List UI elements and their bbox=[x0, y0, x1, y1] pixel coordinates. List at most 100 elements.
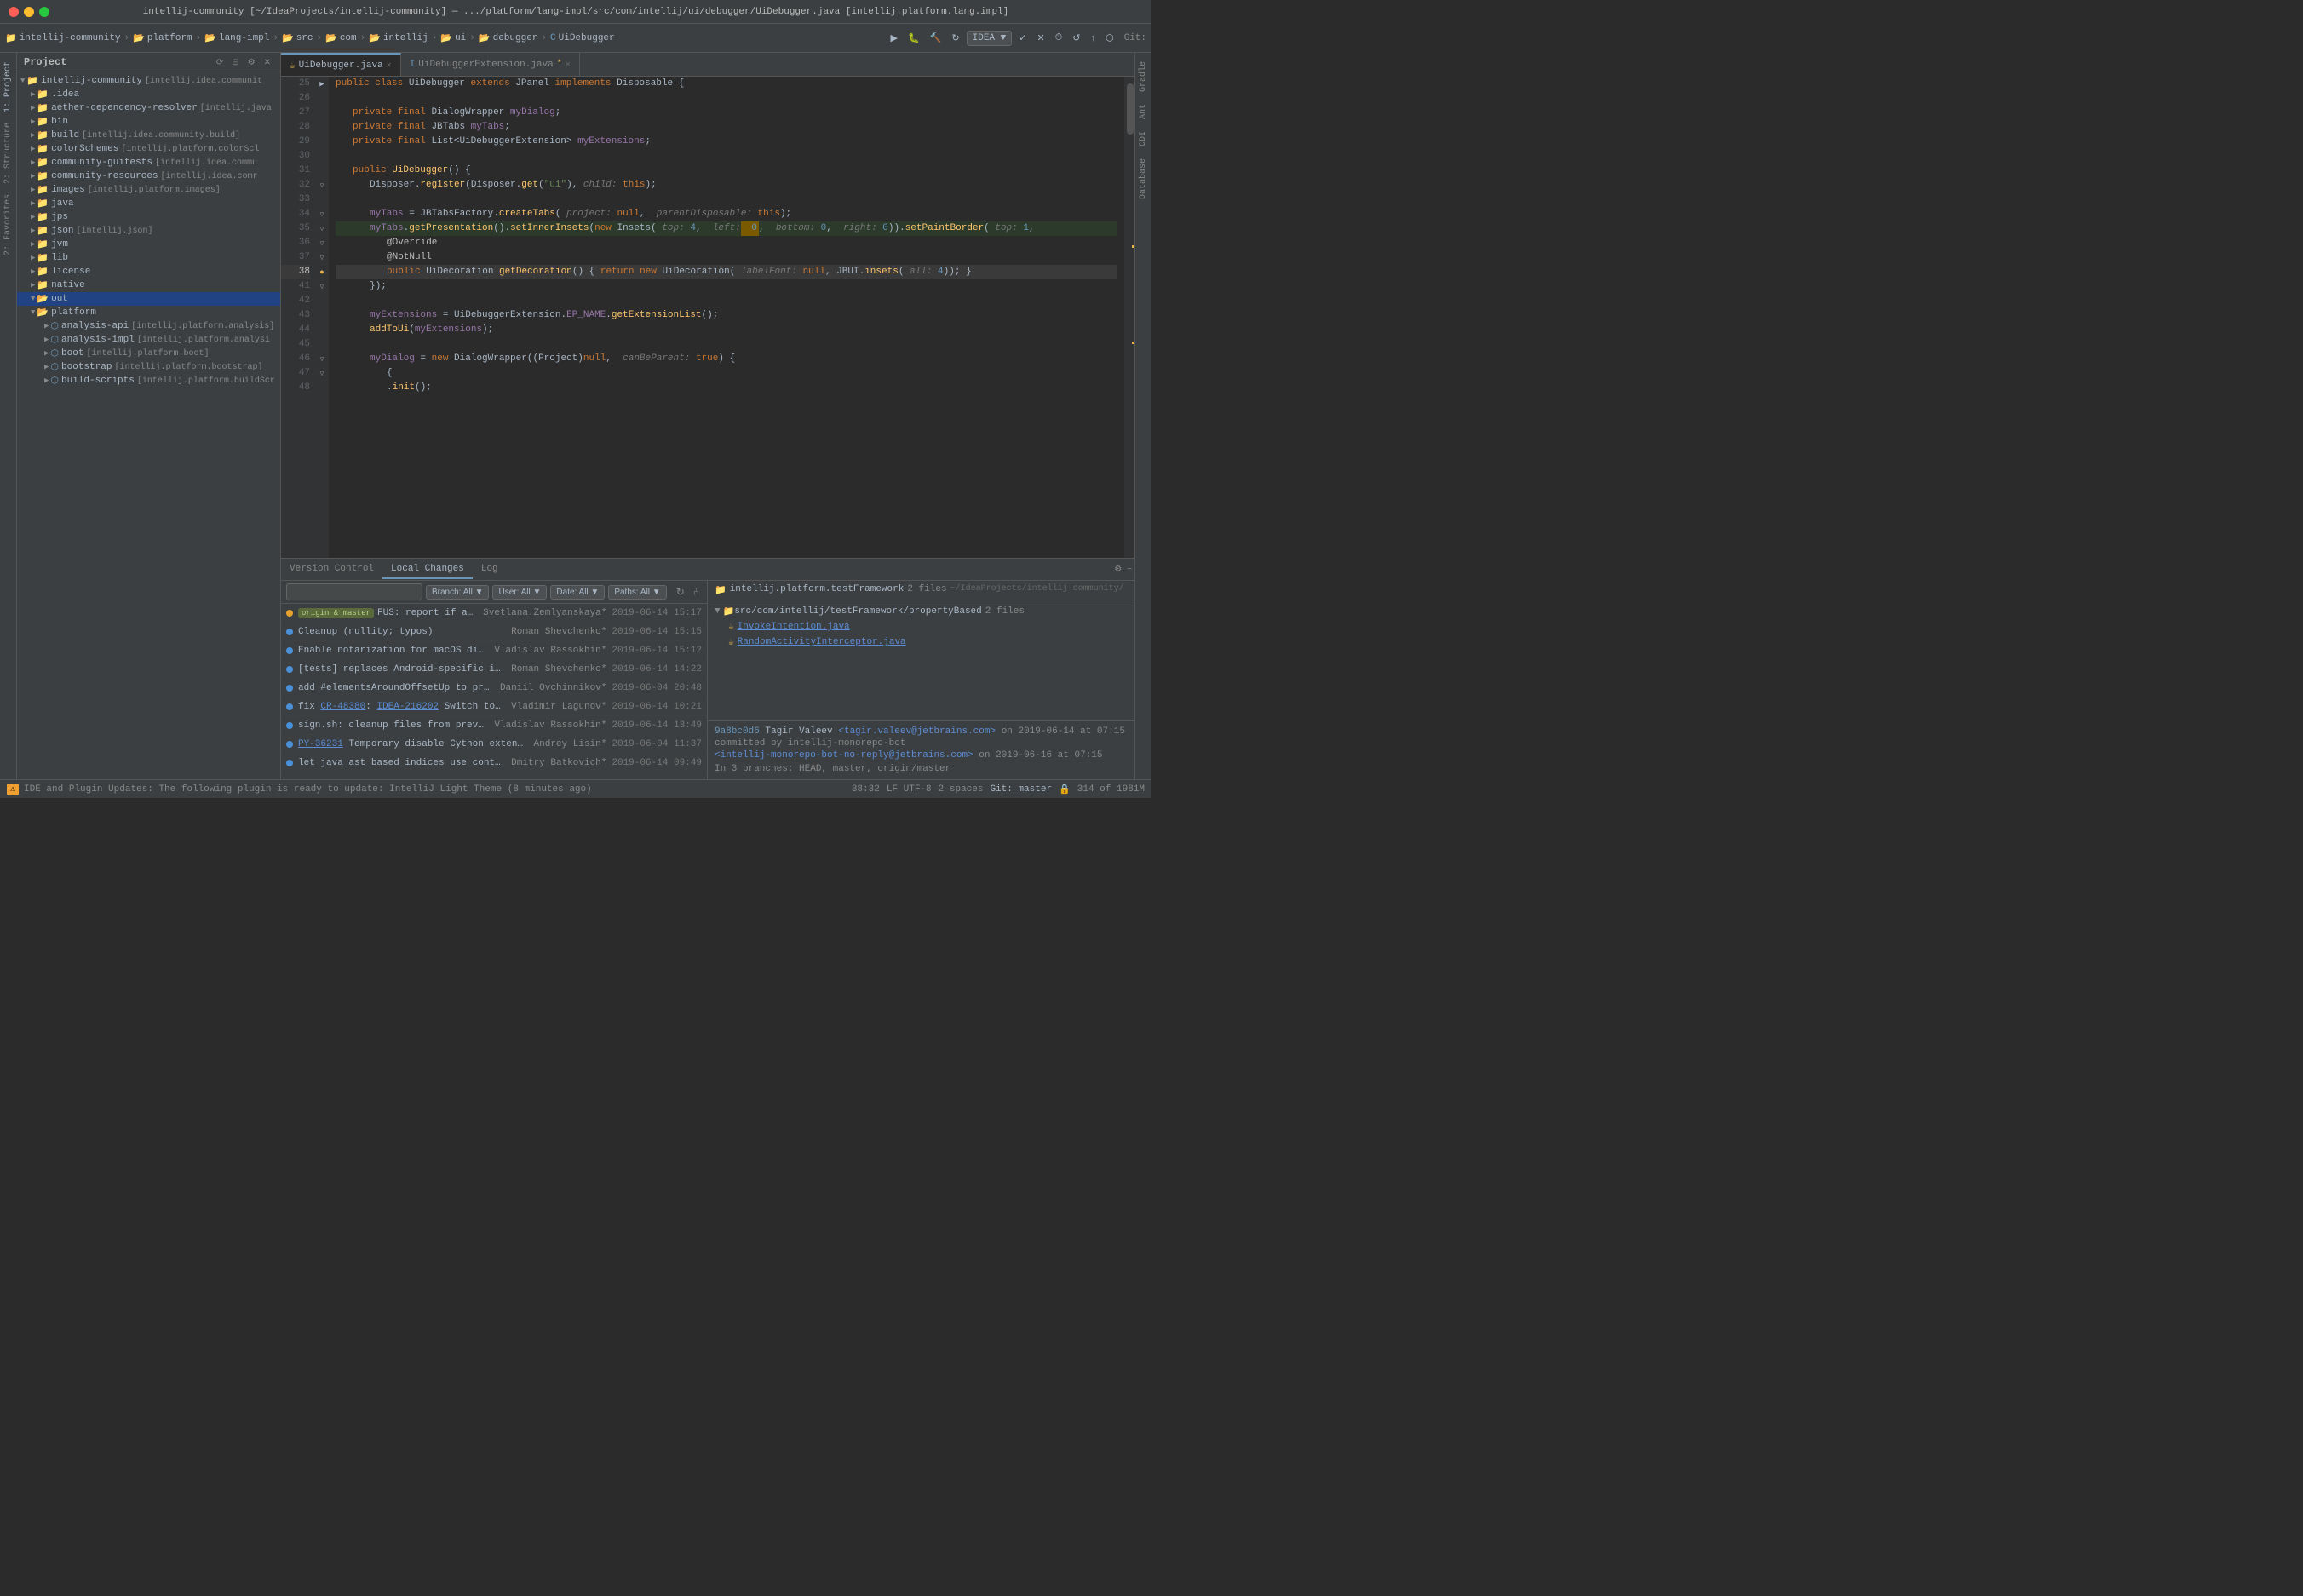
settings-icon[interactable]: ⚙ bbox=[1111, 564, 1124, 575]
debug-button[interactable]: 🐛 bbox=[905, 31, 923, 45]
tab-local-changes[interactable]: Local Changes bbox=[382, 560, 473, 579]
status-indent[interactable]: 2 spaces bbox=[939, 784, 984, 795]
py-link[interactable]: PY-36231 bbox=[298, 739, 343, 749]
git-push-button[interactable]: ↑ bbox=[1087, 32, 1099, 45]
reload-button[interactable]: ↻ bbox=[948, 31, 962, 45]
tree-item-images[interactable]: ▶ 📁 images [intellij.platform.images] bbox=[17, 183, 280, 197]
date-filter[interactable]: Date: All ▼ bbox=[550, 585, 605, 600]
build-button[interactable]: 🔨 bbox=[927, 31, 945, 45]
breadcrumb-com[interactable]: 📂 com bbox=[325, 32, 357, 44]
commit-item-1[interactable]: Cleanup (nullity; typos) Roman Shevchenk… bbox=[281, 623, 707, 641]
vc-search-input[interactable] bbox=[286, 583, 422, 600]
paths-filter[interactable]: Paths: All ▼ bbox=[608, 585, 666, 600]
traffic-lights[interactable] bbox=[9, 7, 49, 17]
tree-item-platform[interactable]: ▼ 📂 platform bbox=[17, 306, 280, 319]
vc-file-item-2[interactable]: ☕ RandomActivityInterceptor.java bbox=[708, 634, 1134, 650]
tree-item-java[interactable]: ▶ 📁 java bbox=[17, 197, 280, 210]
tree-item-aether[interactable]: ▶ 📁 aether-dependency-resolver [intellij… bbox=[17, 101, 280, 115]
tree-item-jvm[interactable]: ▶ 📁 jvm bbox=[17, 238, 280, 251]
sidebar-tab-structure[interactable]: 2: Structure bbox=[2, 118, 14, 189]
sidebar-tab-gradle[interactable]: Gradle bbox=[1137, 56, 1150, 97]
tab-version-control[interactable]: Version Control bbox=[281, 560, 382, 579]
tab-close-button[interactable]: ✕ bbox=[387, 60, 392, 71]
tab-close-button-2[interactable]: ✕ bbox=[566, 60, 571, 70]
idea-dropdown[interactable]: IDEA ▼ bbox=[967, 31, 1013, 46]
modified-indicator: * bbox=[557, 60, 562, 69]
tree-item-json[interactable]: ▶ 📁 json [intellij.json] bbox=[17, 224, 280, 238]
tree-item-bootstrap[interactable]: ▶ ⬡ bootstrap [intellij.platform.bootstr… bbox=[17, 360, 280, 374]
commit-item-3[interactable]: [tests] replaces Android-specific in-mem… bbox=[281, 660, 707, 679]
minimize-bottom-button[interactable]: − bbox=[1124, 564, 1134, 575]
tree-item-resources[interactable]: ▶ 📁 community-resources [intellij.idea.c… bbox=[17, 169, 280, 183]
sidebar-tab-cdi[interactable]: CDI bbox=[1137, 126, 1150, 152]
editor-scrollbar[interactable] bbox=[1124, 77, 1134, 558]
scrollbar-thumb[interactable] bbox=[1127, 83, 1134, 135]
cr-link[interactable]: CR-48380 bbox=[320, 702, 365, 712]
idea-link[interactable]: IDEA-216202 bbox=[376, 702, 439, 712]
tree-item-build[interactable]: ▶ 📁 build [intellij.idea.community.build… bbox=[17, 129, 280, 142]
breadcrumb-ui[interactable]: 📂 ui bbox=[440, 32, 466, 44]
maximize-button[interactable] bbox=[39, 7, 49, 17]
breadcrumb-platform[interactable]: 📂 platform bbox=[133, 32, 192, 44]
breadcrumb-debugger[interactable]: 📂 debugger bbox=[479, 32, 538, 44]
close-button[interactable] bbox=[9, 7, 19, 17]
history-button[interactable]: ⏱ bbox=[1052, 31, 1066, 45]
tree-item-analysis-impl[interactable]: ▶ ⬡ analysis-impl [intellij.platform.ana… bbox=[17, 333, 280, 347]
sidebar-tab-project[interactable]: 1: Project bbox=[2, 56, 14, 118]
tree-item-license[interactable]: ▶ 📁 license bbox=[17, 265, 280, 278]
tab-uidebugger[interactable]: ☕ UiDebugger.java ✕ bbox=[281, 53, 401, 76]
git-checkmark-button[interactable]: ✓ bbox=[1015, 31, 1030, 45]
tab-log[interactable]: Log bbox=[473, 560, 507, 579]
commit-message: FUS: report if automatic update is enabl… bbox=[377, 608, 478, 618]
status-encoding[interactable]: LF UTF-8 bbox=[887, 784, 932, 795]
tree-item-colorschemes[interactable]: ▶ 📁 colorSchemes [intellij.platform.colo… bbox=[17, 142, 280, 156]
tree-item-out[interactable]: ▼ 📂 out bbox=[17, 292, 280, 306]
commit-item-0[interactable]: origin & master FUS: report if automatic… bbox=[281, 604, 707, 623]
commit-item-7[interactable]: PY-36231 Temporary disable Cython extens… bbox=[281, 735, 707, 754]
cherry-pick-button[interactable]: ⑃ bbox=[691, 585, 702, 599]
tree-item-build-scripts[interactable]: ▶ ⬡ build-scripts [intellij.platform.bui… bbox=[17, 374, 280, 388]
git-pull-button[interactable]: ⬡ bbox=[1102, 31, 1117, 45]
tree-item-jps[interactable]: ▶ 📁 jps bbox=[17, 210, 280, 224]
tree-item-boot[interactable]: ▶ ⬡ boot [intellij.platform.boot] bbox=[17, 347, 280, 360]
breadcrumb-lang-impl[interactable]: 📂 lang-impl bbox=[204, 32, 269, 44]
close-panel-button[interactable]: ✕ bbox=[261, 57, 273, 68]
vc-folder-item[interactable]: ▼ 📁 src/com/intellij/testFramework/prope… bbox=[708, 604, 1134, 619]
tree-item-guitests[interactable]: ▶ 📁 community-guitests [intellij.idea.co… bbox=[17, 156, 280, 169]
commit-item-6[interactable]: sign.sh: cleanup files from previous sig… bbox=[281, 716, 707, 735]
sidebar-tab-favorites[interactable]: 2: Favorites bbox=[2, 189, 14, 261]
run-button[interactable]: ▶ bbox=[887, 31, 901, 45]
status-warning-text[interactable]: IDE and Plugin Updates: The following pl… bbox=[24, 784, 592, 795]
sidebar-tab-ant[interactable]: Ant bbox=[1137, 99, 1150, 124]
user-filter[interactable]: User: All ▼ bbox=[492, 585, 547, 600]
git-x-button[interactable]: ✕ bbox=[1033, 31, 1048, 45]
commit-item-5[interactable]: fix CR-48380: IDEA-216202 Switch to SSHJ… bbox=[281, 698, 707, 716]
commit-item-2[interactable]: Enable notarization for macOS distributi… bbox=[281, 641, 707, 660]
vc-file-item-1[interactable]: ☕ InvokeIntention.java bbox=[708, 619, 1134, 634]
commit-item-4[interactable]: add #elementsAroundOffsetUp to process e… bbox=[281, 679, 707, 698]
tree-item-idea[interactable]: ▶ 📁 .idea bbox=[17, 88, 280, 101]
breadcrumb-class[interactable]: C UiDebugger bbox=[550, 33, 615, 43]
tree-item-bin[interactable]: ▶ 📁 bin bbox=[17, 115, 280, 129]
minimize-button[interactable] bbox=[24, 7, 34, 17]
sidebar-tab-database[interactable]: Database bbox=[1137, 153, 1150, 204]
tree-item-lib[interactable]: ▶ 📁 lib bbox=[17, 251, 280, 265]
tab-uidebuggerextension[interactable]: I UiDebuggerExtension.java * ✕ bbox=[401, 53, 580, 76]
tree-item-analysis-api[interactable]: ▶ ⬡ analysis-api [intellij.platform.anal… bbox=[17, 319, 280, 333]
settings-button[interactable]: ⚙ bbox=[245, 57, 258, 68]
tree-item-root[interactable]: ▼ 📁 intellij-community [intellij.idea.co… bbox=[17, 74, 280, 88]
status-memory[interactable]: 314 of 1981M bbox=[1077, 784, 1145, 795]
sync-button[interactable]: ⟳ bbox=[214, 57, 226, 68]
commit-item-8[interactable]: let java ast based indices use content h… bbox=[281, 754, 707, 772]
breadcrumb-project[interactable]: 📁 intellij-community bbox=[5, 32, 121, 44]
tree-item-native[interactable]: ▶ 📁 native bbox=[17, 278, 280, 292]
branch-filter[interactable]: Branch: All ▼ bbox=[426, 585, 489, 600]
refresh-button[interactable]: ↻ bbox=[674, 585, 687, 599]
breadcrumb-src[interactable]: 📂 src bbox=[282, 32, 313, 44]
breadcrumb-intellij[interactable]: 📂 intellij bbox=[369, 32, 428, 44]
status-git-branch[interactable]: Git: master bbox=[990, 784, 1052, 795]
rollback-button[interactable]: ↺ bbox=[1069, 31, 1083, 45]
code-content[interactable]: public class UiDebugger extends JPanel i… bbox=[329, 77, 1124, 558]
status-position[interactable]: 38:32 bbox=[852, 784, 880, 795]
collapse-all-button[interactable]: ⊟ bbox=[229, 57, 241, 68]
